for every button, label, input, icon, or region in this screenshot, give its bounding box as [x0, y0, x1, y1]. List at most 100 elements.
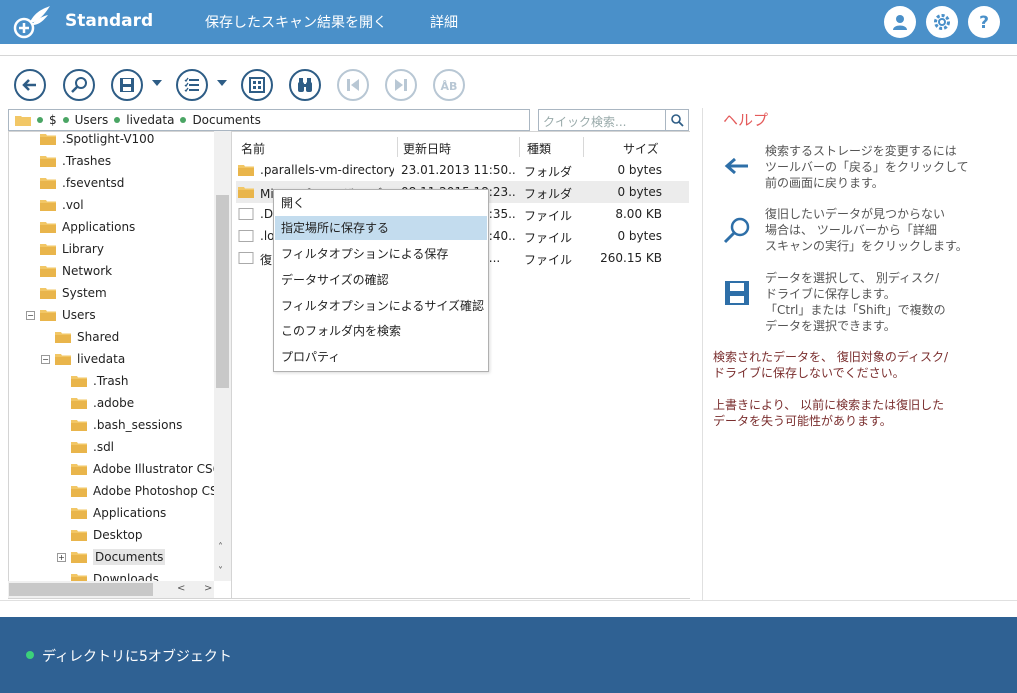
- menu-check-size-filter[interactable]: フィルタオプションによるサイズ確認: [275, 294, 487, 318]
- column-type[interactable]: 種類: [527, 140, 551, 157]
- menu-save-with-filter[interactable]: フィルタオプションによる保存: [275, 242, 487, 266]
- help-button[interactable]: ?: [968, 6, 1000, 38]
- tree-item[interactable]: Documents: [71, 546, 166, 568]
- next-icon: [395, 79, 407, 91]
- tree-item[interactable]: Desktop: [71, 524, 143, 546]
- tree-item[interactable]: Shared: [55, 326, 119, 348]
- folder-icon: [55, 331, 71, 343]
- scroll-down-arrow[interactable]: ˅: [218, 566, 223, 577]
- tree-item[interactable]: Network: [40, 260, 112, 282]
- settings-button[interactable]: [926, 6, 958, 38]
- find-button[interactable]: [289, 69, 321, 101]
- divider: [0, 600, 1017, 601]
- tree-item[interactable]: .Spotlight-V100: [40, 128, 154, 150]
- panel-divider: [702, 108, 703, 600]
- filter-dropdown-caret[interactable]: [217, 80, 227, 86]
- breadcrumb-livedata[interactable]: livedata: [126, 113, 174, 127]
- column-size[interactable]: サイズ: [623, 140, 659, 157]
- menu-check-size[interactable]: データサイズの確認: [275, 268, 487, 292]
- quick-search-input[interactable]: クイック検索...: [538, 109, 666, 131]
- column-separator: [519, 137, 520, 157]
- tree-item[interactable]: .Trash: [71, 370, 129, 392]
- folder-icon: [40, 177, 56, 189]
- tree-scroll-thumb[interactable]: [216, 195, 229, 388]
- breadcrumb-documents[interactable]: Documents: [192, 113, 260, 127]
- help-text: 検索するストレージを変更するには ツールバーの「戻る」をクリックして 前の画面に戻り…: [765, 144, 969, 190]
- breadcrumb-users[interactable]: Users: [75, 113, 109, 127]
- tree-item[interactable]: Library: [40, 238, 104, 260]
- tree-item-label: .fseventsd: [62, 176, 125, 190]
- scroll-up-arrow[interactable]: ˄: [218, 542, 223, 553]
- folder-icon: [71, 507, 87, 519]
- detailed-scan-button[interactable]: [63, 69, 95, 101]
- search-icon: [671, 114, 684, 127]
- tree-item-label: Adobe Illustrator CS6: [93, 462, 214, 476]
- view-grid-icon: [249, 77, 265, 93]
- column-date[interactable]: 更新日時: [403, 140, 451, 157]
- file-row[interactable]: .parallels-vm-directory 23.01.2013 11:50.…: [236, 159, 689, 181]
- open-saved-scan-menu[interactable]: 保存したスキャン結果を開く: [205, 12, 387, 32]
- tree-item[interactable]: Applications: [71, 502, 166, 524]
- file-icon: [238, 230, 254, 245]
- divider: [0, 55, 1017, 56]
- edition-label: Standard: [65, 11, 154, 31]
- tree-item[interactable]: Adobe Illustrator CS6: [71, 458, 214, 480]
- scroll-left-arrow[interactable]: <: [177, 583, 185, 594]
- collapse-icon[interactable]: −: [26, 311, 35, 320]
- status-text: ディレクトリに5オブジェクト: [42, 649, 232, 665]
- crumb-separator: [37, 117, 43, 123]
- text-preview-button[interactable]: ÅB: [433, 69, 465, 101]
- back-icon: [22, 79, 36, 91]
- file-icon: [238, 252, 254, 267]
- tree-item-label: livedata: [77, 352, 126, 366]
- tree-item[interactable]: System: [40, 282, 107, 304]
- tree-item[interactable]: Users: [40, 304, 96, 326]
- file-size: 0 bytes: [617, 229, 662, 243]
- save-button[interactable]: [111, 69, 143, 101]
- menu-properties[interactable]: プロパティ: [275, 345, 487, 369]
- quick-search-button[interactable]: [666, 109, 689, 131]
- tree-item[interactable]: .fseventsd: [40, 172, 124, 194]
- filter-list-button[interactable]: [176, 69, 208, 101]
- next-button[interactable]: [385, 69, 417, 101]
- account-button[interactable]: [884, 6, 916, 38]
- save-dropdown-caret[interactable]: [152, 80, 162, 86]
- file-size: 8.00 KB: [615, 207, 662, 221]
- tree-item[interactable]: livedata: [55, 348, 125, 370]
- column-name[interactable]: 名前: [241, 140, 265, 157]
- folder-icon: [71, 419, 87, 431]
- crumb-separator: [62, 117, 69, 123]
- tree-item[interactable]: .Trashes: [40, 150, 111, 172]
- collapse-icon[interactable]: −: [41, 355, 50, 364]
- details-menu[interactable]: 詳細: [430, 12, 458, 32]
- folder-icon: [71, 485, 87, 497]
- folder-icon: [40, 287, 56, 299]
- breadcrumb-root[interactable]: $: [49, 113, 57, 127]
- tree-item[interactable]: .bash_sessions: [71, 414, 182, 436]
- tree-hscroll-thumb[interactable]: [9, 583, 153, 596]
- menu-save-to-location[interactable]: 指定場所に保存する: [275, 216, 487, 240]
- menu-open[interactable]: 開く: [275, 191, 487, 215]
- app-logo-icon: [13, 6, 50, 39]
- svg-text:ÅB: ÅB: [441, 80, 458, 93]
- tree-item-label: Desktop: [93, 528, 143, 542]
- tree-item[interactable]: Applications: [40, 216, 135, 238]
- folder-icon: [40, 309, 56, 321]
- file-type: ファイル: [524, 253, 573, 267]
- expand-icon[interactable]: +: [57, 553, 66, 562]
- menu-search-in-folder[interactable]: このフォルダ内を検索: [275, 319, 487, 343]
- status-indicator-icon: [26, 651, 34, 659]
- scroll-right-arrow[interactable]: >: [204, 583, 212, 594]
- previous-button[interactable]: [337, 69, 369, 101]
- tree-item[interactable]: .vol: [40, 194, 84, 216]
- folder-icon: [71, 551, 87, 563]
- view-toggle-button[interactable]: [241, 69, 273, 101]
- tree-item[interactable]: .sdl: [71, 436, 114, 458]
- tree-item-label: .Trash: [93, 374, 129, 388]
- tree-item[interactable]: .adobe: [71, 392, 134, 414]
- back-button[interactable]: [14, 69, 46, 101]
- folder-icon: [40, 243, 56, 255]
- tree-item[interactable]: Adobe Photoshop CS6: [71, 480, 214, 502]
- file-icon: [238, 208, 254, 223]
- tree-item-label: .sdl: [93, 440, 115, 454]
